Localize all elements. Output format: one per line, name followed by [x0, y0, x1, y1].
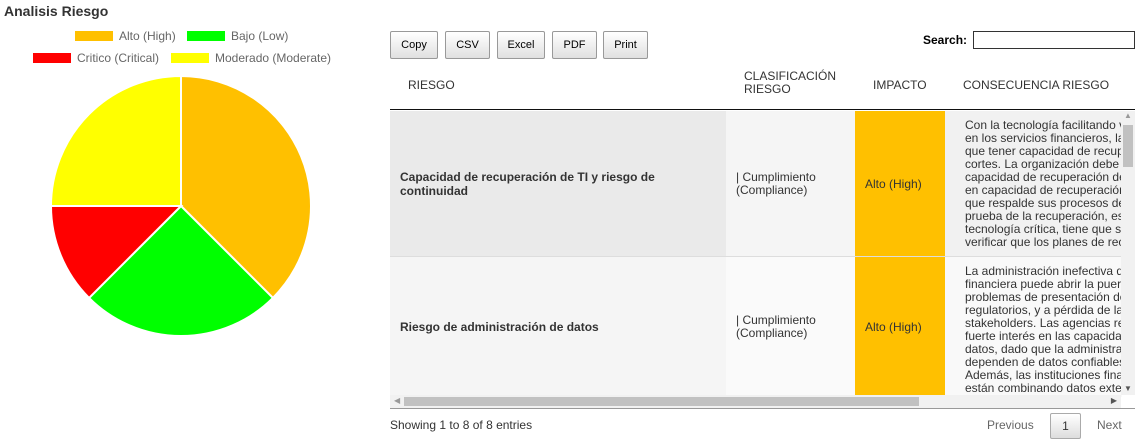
cell-clasificacion: | Cumplimiento (Compliance) [726, 257, 855, 397]
csv-button[interactable]: CSV [445, 31, 490, 59]
header-divider [390, 109, 1135, 110]
search-input[interactable] [973, 31, 1135, 49]
cell-riesgo: Riesgo de administración de datos [390, 257, 726, 397]
legend-swatch [187, 31, 225, 41]
vertical-scrollbar[interactable]: ▲ ▼ [1121, 111, 1135, 395]
cell-impacto: Alto (High) [855, 257, 945, 397]
excel-button[interactable]: Excel [497, 31, 545, 59]
cell-consecuencia: La administración inefectiva de financier… [955, 257, 1122, 395]
chart-title: Analisis Riesgo [4, 3, 109, 19]
page-1-button[interactable]: 1 [1050, 413, 1081, 439]
previous-button[interactable]: Previous [987, 418, 1034, 432]
legend-label: Bajo (Low) [231, 29, 289, 43]
table-row[interactable]: Riesgo de administración de datos | Cump… [390, 257, 1122, 397]
table-bottom-divider [390, 408, 1135, 409]
header-clasificacion[interactable]: CLASIFICACIÓN RIESGO [744, 70, 844, 96]
table-row[interactable]: Capacidad de recuperación de TI y riesgo… [390, 111, 1122, 257]
pie-slice-3[interactable] [49, 74, 182, 207]
legend-item-alto[interactable]: Alto (High) [75, 29, 176, 43]
copy-button[interactable]: Copy [390, 31, 438, 59]
print-button[interactable]: Print [603, 31, 648, 59]
header-riesgo[interactable]: RIESGO [408, 79, 455, 92]
cell-impacto: Alto (High) [855, 111, 945, 256]
cell-clasificacion: | Cumplimiento (Compliance) [726, 111, 855, 256]
header-consecuencia[interactable]: CONSECUENCIA RIESGO [963, 79, 1109, 92]
legend-swatch [75, 31, 113, 41]
consecuencia-line: verificar que los planes de recu [965, 235, 1122, 249]
next-button[interactable]: Next [1097, 418, 1122, 432]
cell-riesgo: Capacidad de recuperación de TI y riesgo… [390, 111, 726, 256]
pdf-button[interactable]: PDF [552, 31, 597, 59]
legend-label: Alto (High) [119, 29, 176, 43]
legend-item-bajo[interactable]: Bajo (Low) [187, 29, 288, 43]
search-label: Search: [923, 33, 968, 47]
consecuencia-line: están combinando datos exterr [965, 381, 1122, 395]
pie-chart [49, 74, 312, 337]
entries-info: Showing 1 to 8 of 8 entries [390, 418, 533, 432]
header-impacto[interactable]: IMPACTO [873, 79, 927, 92]
horizontal-scrollbar[interactable]: ◀ ▶ [390, 395, 1121, 408]
cell-consecuencia: Con la tecnología facilitando vir en los … [955, 111, 1122, 249]
